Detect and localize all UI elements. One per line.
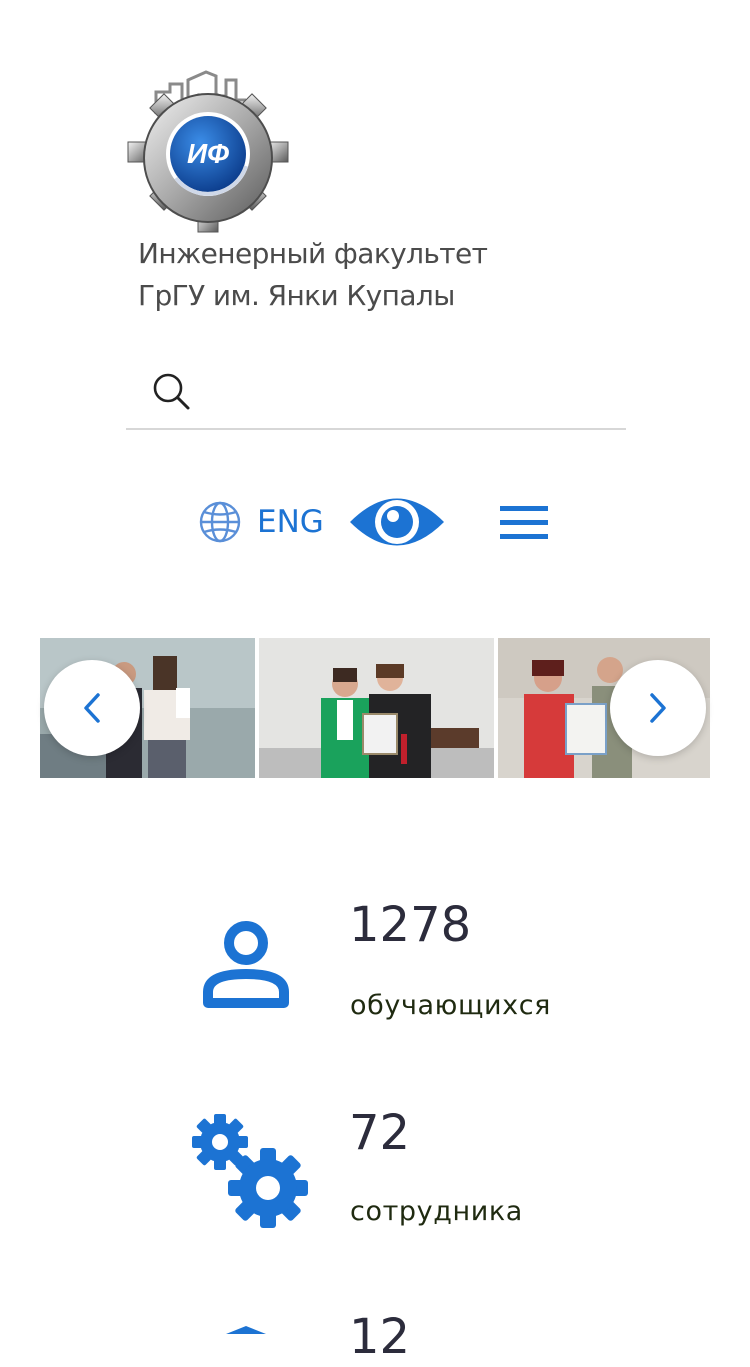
- stat-label: сотрудника: [350, 1196, 523, 1227]
- chevron-right-icon: [650, 693, 666, 723]
- language-switch[interactable]: ENG: [257, 500, 324, 544]
- search-icon[interactable]: [150, 370, 194, 414]
- site-title[interactable]: Инженерный факультет ГрГУ им. Янки Купал…: [138, 233, 618, 317]
- logo-text: ИФ: [187, 138, 229, 169]
- eye-icon[interactable]: [348, 489, 446, 555]
- person-icon: [203, 921, 289, 1008]
- stat-value: 12: [349, 1309, 411, 1365]
- slide-photo[interactable]: [259, 638, 494, 778]
- stat-value: 1278: [349, 897, 472, 953]
- search-input[interactable]: [206, 366, 610, 420]
- toolbar: ENG: [0, 486, 750, 558]
- hamburger-menu-icon[interactable]: [498, 502, 550, 542]
- graduation-cap-icon: [226, 1326, 266, 1334]
- search-bar: [126, 358, 626, 430]
- stat-label: обучающихся: [350, 990, 552, 1021]
- chevron-left-icon: [84, 693, 100, 723]
- slider-next-button[interactable]: [610, 660, 706, 756]
- globe-icon[interactable]: [198, 500, 242, 544]
- faculty-logo[interactable]: ИФ: [126, 70, 290, 234]
- site-title-line1: Инженерный факультет: [138, 237, 488, 270]
- site-title-line2: ГрГУ им. Янки Купалы: [138, 279, 455, 312]
- gears-icon: [192, 1114, 308, 1228]
- slider-prev-button[interactable]: [44, 660, 140, 756]
- stat-value: 72: [349, 1105, 411, 1161]
